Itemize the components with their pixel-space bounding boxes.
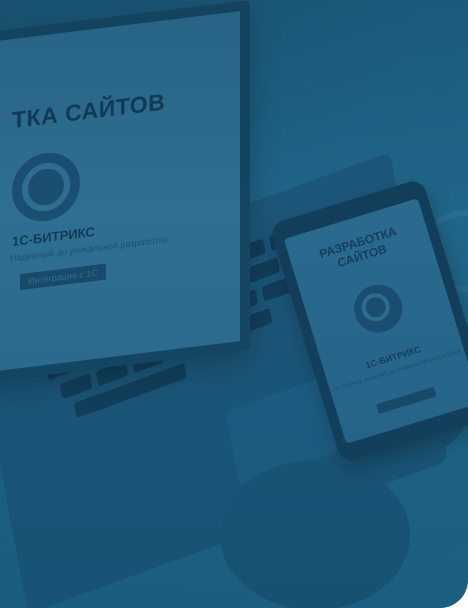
key [59, 373, 93, 400]
phone-bitrix-logo-icon [348, 278, 409, 339]
phone-title: РАЗРАБОТКА САЙТОВ [289, 215, 431, 283]
phone-logo-ring [358, 289, 394, 325]
phone-cta-button [376, 386, 437, 414]
bitrix-logo-ring [22, 160, 70, 214]
key [247, 257, 281, 284]
hero-image-card: ТКА САЙТОВ 1С-БИТРИКС Надежный до уникал… [0, 0, 468, 608]
laptop-screen-title: ТКА САЙТОВ [12, 88, 166, 134]
laptop-screen: ТКА САЙТОВ 1С-БИТРИКС Надежный до уникал… [0, 0, 250, 388]
laptop-cta-button: Интеграция с 1С [20, 263, 106, 291]
hand-on-trackpad [220, 460, 410, 608]
spacebar-key [73, 363, 187, 419]
bitrix-logo-icon [12, 148, 80, 226]
